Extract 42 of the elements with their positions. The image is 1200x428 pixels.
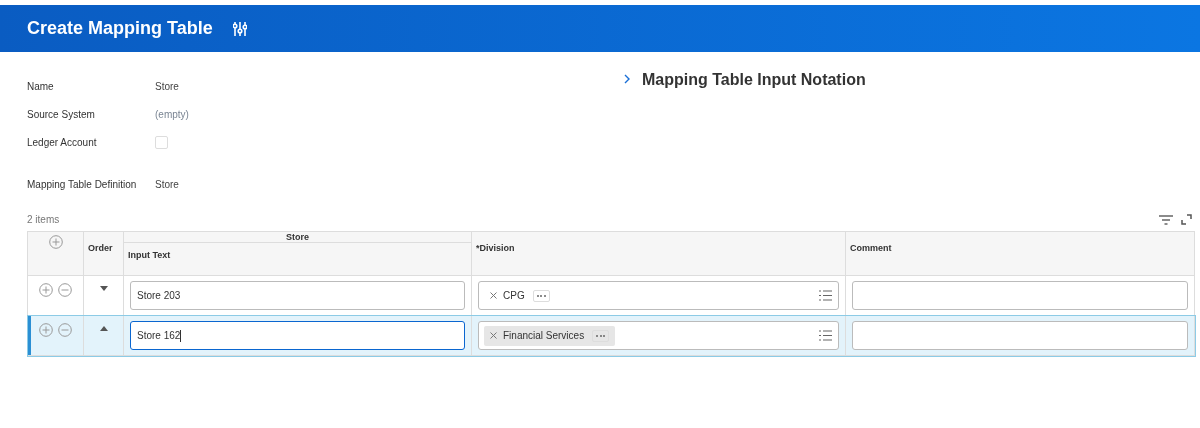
filter-icon[interactable]	[1159, 214, 1173, 225]
field-value: (empty)	[155, 107, 189, 122]
add-row-icon[interactable]	[48, 235, 63, 249]
move-up-icon[interactable]	[99, 326, 108, 331]
field-label: Name	[27, 79, 55, 94]
input-field[interactable]: Store 203	[130, 281, 465, 310]
settings-icon[interactable]	[232, 20, 247, 37]
column-header: Comment	[845, 231, 1195, 276]
remove-icon[interactable]	[490, 292, 497, 299]
add-row-icon[interactable]	[39, 283, 53, 297]
remove-row-icon[interactable]	[58, 323, 72, 337]
list-icon[interactable]	[819, 290, 832, 301]
field-label: Mapping Table Definition	[27, 177, 138, 192]
chevron-right-icon[interactable]	[624, 74, 630, 84]
comment-field[interactable]	[852, 281, 1188, 310]
more-icon[interactable]	[532, 289, 550, 302]
multiselect-field[interactable]: CPG	[478, 281, 839, 310]
field-label: Source System	[27, 107, 96, 122]
remove-row-icon[interactable]	[58, 283, 72, 297]
section-title[interactable]: Mapping Table Input Notation	[642, 68, 866, 92]
input-field[interactable]: Store 162	[130, 321, 465, 350]
item-count: 2 items	[27, 213, 60, 227]
more-icon[interactable]	[592, 329, 610, 342]
column-header: *Division	[471, 231, 846, 276]
move-down-icon[interactable]	[99, 286, 108, 291]
remove-icon[interactable]	[490, 332, 497, 339]
selected-tag[interactable]: CPG	[484, 285, 556, 306]
page-title: Create Mapping Table	[27, 17, 213, 40]
column-header: Order	[83, 231, 124, 276]
column-group-header: Store	[123, 231, 472, 243]
field-value: Store	[155, 79, 179, 94]
comment-field[interactable]	[852, 321, 1188, 350]
field-value: Store	[155, 177, 179, 192]
add-row-icon[interactable]	[39, 323, 53, 337]
row-selection-cell[interactable]	[27, 275, 84, 316]
multiselect-field[interactable]: Financial Services	[478, 321, 839, 350]
field-label: Ledger Account	[27, 135, 98, 150]
selected-tag[interactable]: Financial Services	[484, 325, 616, 346]
checkbox[interactable]	[155, 135, 168, 149]
expand-icon[interactable]	[1181, 214, 1192, 225]
list-icon[interactable]	[819, 330, 832, 341]
row-selection-cell[interactable]	[27, 315, 84, 356]
